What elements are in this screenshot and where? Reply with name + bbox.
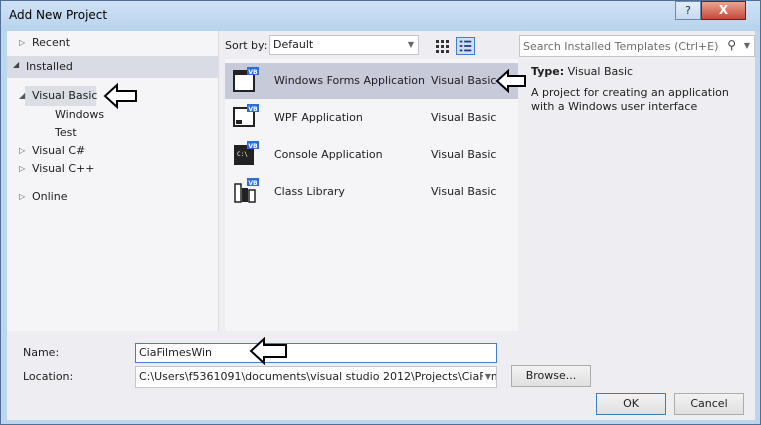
type-line: Type: Visual Basic [531,65,755,78]
chevron-down-icon[interactable]: ▼ [744,41,750,50]
collapse-arrow-icon[interactable]: ◢ [13,60,19,69]
template-name: Class Library [274,185,345,198]
template-language: Visual Basic [431,74,497,87]
tree-item-label: Visual C++ [32,162,95,175]
tree-item-visual-csharp[interactable]: ▷ Visual C# [19,141,139,161]
annotation-arrow-icon [103,83,137,109]
sort-label: Sort by: [225,39,268,52]
add-new-project-dialog: Add New Project ? X ▷ Recent ◢ Installed… [0,0,761,425]
svg-text:C:\: C:\ [237,151,248,158]
tree-item-windows[interactable]: Windows [55,105,104,125]
dialog-title: Add New Project [9,8,108,22]
grid-view-icon[interactable] [433,37,451,55]
type-label: Type: [531,65,565,78]
annotation-arrow-icon [249,337,287,365]
svg-text:VB: VB [248,180,258,187]
tree-item-test[interactable]: Test [55,123,77,143]
sort-value: Default [273,38,314,51]
browse-button[interactable]: Browse... [511,365,591,387]
template-language: Visual Basic [431,185,497,198]
template-name: Windows Forms Application [274,74,425,87]
tree-item-visual-cpp[interactable]: ▷ Visual C++ [19,159,139,179]
tree-item-label: Online [32,190,68,203]
tree-item-visual-basic[interactable]: ◢ Visual Basic [19,86,99,106]
template-row-windows-forms[interactable]: VB Windows Forms Application Visual Basi… [225,63,518,99]
tree-item-recent[interactable]: ▷ Recent [19,33,209,53]
description-text: A project for creating an application wi… [531,86,729,113]
class-library-icon: VB [234,178,259,203]
name-label: Name: [23,346,60,359]
search-placeholder: Search Installed Templates (Ctrl+E) [523,40,719,53]
tree-item-label: Windows [55,108,105,121]
template-row-class-library[interactable]: VB Class Library Visual Basic [225,174,518,210]
location-value: C:\Users\f5361091\documents\visual studi… [139,370,497,383]
chevron-down-icon: ▼ [407,40,414,49]
installed-header[interactable]: ◢ Installed [7,56,218,78]
template-description: Type: Visual Basic A project for creatin… [531,65,755,114]
expand-arrow-icon[interactable]: ▷ [19,159,31,179]
expand-arrow-icon[interactable]: ▷ [19,33,31,53]
template-row-wpf[interactable]: VB WPF Application Visual Basic [225,100,518,136]
console-icon: C:\ VB [234,141,259,165]
windows-forms-icon: VB [233,67,259,92]
project-form: Name: CiaFilmesWin Location: C:\Users\f5… [7,331,755,420]
tree-item-label: Test [55,126,77,139]
template-row-console[interactable]: C:\ VB Console Application Visual Basic [225,137,518,173]
type-value: Visual Basic [567,65,634,78]
template-language: Visual Basic [431,148,497,161]
ok-button[interactable]: OK [596,393,666,415]
svg-text:VB: VB [248,69,258,76]
tree-item-label: Installed [26,60,73,73]
tree-item-label: Recent [32,36,71,49]
name-field[interactable]: CiaFilmesWin [135,343,497,363]
help-button[interactable]: ? [675,1,701,20]
annotation-arrow-icon [495,69,526,93]
expand-arrow-icon[interactable]: ▷ [19,141,31,161]
template-language: Visual Basic [431,111,497,124]
template-name: Console Application [274,148,383,161]
dialog-body: ▷ Recent ◢ Installed ◢ Visual Basic Wind… [7,31,755,420]
template-name: WPF Application [274,111,363,124]
svg-text:VB: VB [248,143,258,150]
name-value: CiaFilmesWin [139,346,212,359]
svg-text:VB: VB [248,106,258,113]
sort-dropdown[interactable]: Default ▼ [269,35,419,55]
location-label: Location: [23,370,74,383]
collapse-arrow-icon[interactable]: ◢ [19,86,31,106]
template-list: VB Windows Forms Application Visual Basi… [225,59,518,331]
search-icon[interactable]: ⚲ [727,38,736,52]
title-bar: Add New Project ? X [1,1,760,31]
tree-item-label: Visual C# [32,144,86,157]
expand-arrow-icon[interactable]: ▷ [19,187,31,207]
location-dropdown[interactable]: C:\Users\f5361091\documents\visual studi… [135,366,497,388]
tree-item-online[interactable]: ▷ Online [19,187,139,207]
cancel-button[interactable]: Cancel [674,393,744,415]
tree-item-label: Visual Basic [32,89,98,102]
wpf-icon: VB [233,104,259,127]
search-input[interactable]: Search Installed Templates (Ctrl+E) ⚲ ▼ [519,35,755,57]
close-button[interactable]: X [701,1,746,20]
category-tree: ▷ Recent ◢ Installed ◢ Visual Basic Wind… [7,31,219,331]
list-view-icon[interactable] [456,37,475,55]
chevron-down-icon: ▼ [482,367,491,387]
